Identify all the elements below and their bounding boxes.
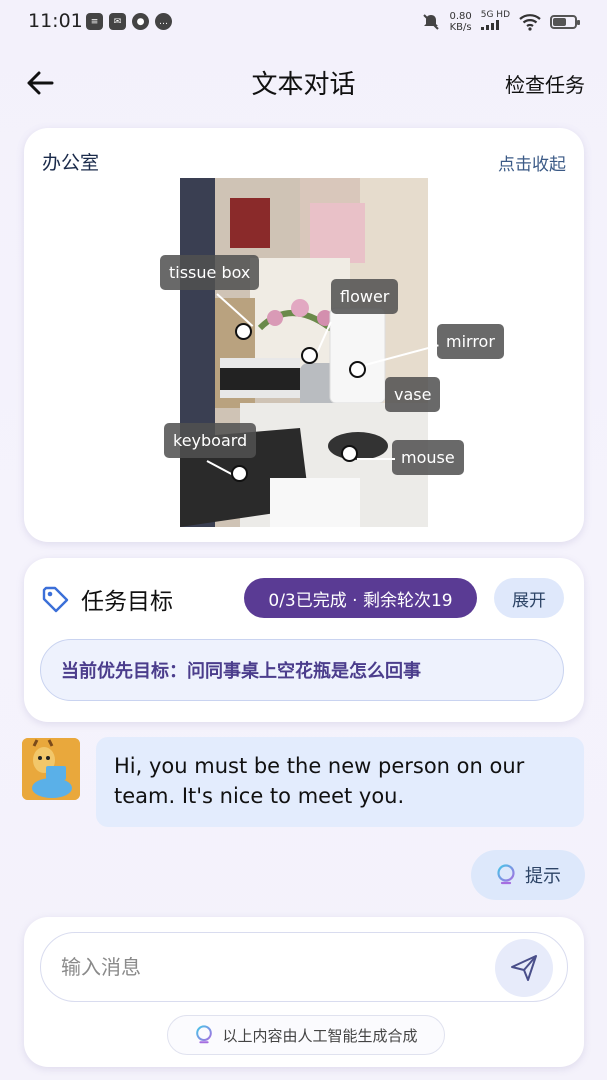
- signal-icon: 5G HD: [480, 10, 510, 33]
- music-icon: ●: [132, 13, 149, 30]
- battery-icon: [550, 14, 580, 29]
- status-bar: 11:01 ≡ ✉ ● … 0.80 KB/s 5G HD: [0, 0, 607, 46]
- wifi-icon: [519, 13, 541, 31]
- ai-generated-note: 以上内容由人工智能生成合成: [167, 1015, 445, 1055]
- hotspot-dot[interactable]: [349, 361, 366, 378]
- message-input-wrapper: [40, 932, 568, 1002]
- mail-icon: ✉: [109, 13, 126, 30]
- tag-keyboard[interactable]: keyboard: [164, 423, 257, 458]
- avatar: [22, 738, 80, 800]
- hotspot-dot[interactable]: [301, 347, 318, 364]
- tag-mirror[interactable]: mirror: [437, 324, 504, 359]
- goal-card: 任务目标 0/3已完成 · 剩余轮次19 展开 当前优先目标：问同事桌上空花瓶是…: [24, 558, 584, 722]
- hint-button[interactable]: 提示: [471, 850, 585, 900]
- mute-bell-icon: [423, 13, 440, 30]
- goal-title: 任务目标: [81, 589, 173, 615]
- network-speed: 0.80 KB/s: [449, 10, 472, 33]
- scene-card: 办公室 点击收起 tissue box flower mirror vase k…: [24, 128, 584, 542]
- hotspot-dot[interactable]: [235, 323, 252, 340]
- check-task-button[interactable]: 检查任务: [505, 69, 585, 98]
- system-icons: 0.80 KB/s 5G HD: [422, 10, 580, 33]
- tag-vase[interactable]: vase: [385, 377, 441, 412]
- bulb-icon: [196, 1025, 213, 1044]
- scene-name: 办公室: [42, 152, 100, 174]
- leader-line: [357, 458, 395, 460]
- collapse-button[interactable]: 点击收起: [498, 150, 566, 175]
- hotspot-dot[interactable]: [231, 465, 248, 482]
- send-icon: [511, 955, 537, 981]
- notification-icons: ≡ ✉ ● …: [86, 13, 172, 30]
- tag-flower[interactable]: flower: [331, 279, 399, 314]
- status-time: 11:01: [28, 10, 83, 32]
- expand-button[interactable]: 展开: [494, 578, 564, 618]
- hint-label: 提示: [525, 866, 561, 887]
- tag-tissue-box[interactable]: tissue box: [160, 255, 260, 290]
- send-button[interactable]: [495, 939, 553, 997]
- app-notification-icon: ≡: [86, 13, 103, 30]
- bulb-icon: [497, 864, 515, 885]
- hotspot-dot[interactable]: [341, 445, 358, 462]
- priority-goal: 当前优先目标：问同事桌上空花瓶是怎么回事: [40, 639, 564, 701]
- chat-icon: …: [155, 13, 172, 30]
- tag-icon: [42, 586, 69, 613]
- ai-note-text: 以上内容由人工智能生成合成: [222, 1026, 418, 1045]
- progress-badge: 0/3已完成 · 剩余轮次19: [244, 578, 477, 618]
- input-card: 以上内容由人工智能生成合成: [24, 917, 584, 1067]
- tag-mouse[interactable]: mouse: [392, 440, 464, 475]
- chat-message: Hi, you must be the new person on our te…: [96, 737, 584, 827]
- message-input[interactable]: [61, 955, 461, 979]
